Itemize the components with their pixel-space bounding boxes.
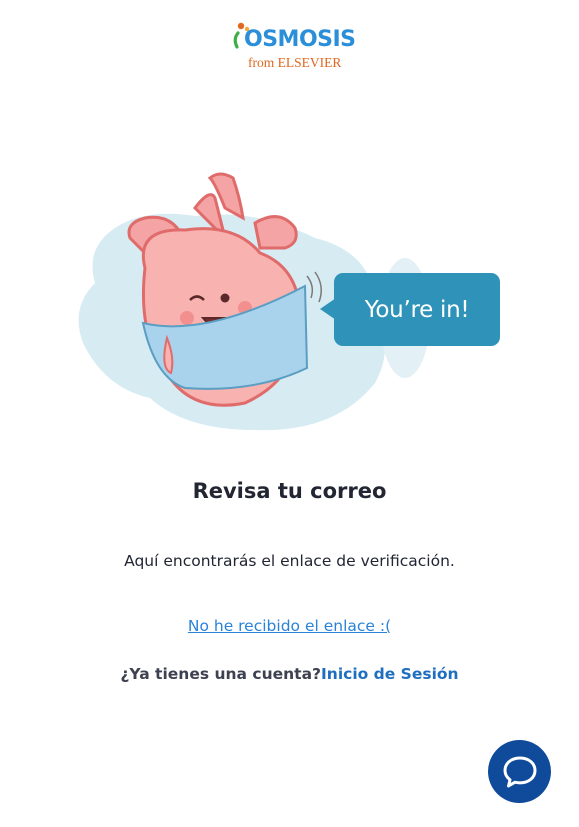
osmosis-logo: OSMOSIS from ELSEVIER	[232, 20, 356, 72]
speech-bubble: You’re in!	[334, 273, 500, 346]
chat-bubble-icon	[503, 756, 536, 787]
logo-wordmark: OSMOSIS	[244, 27, 356, 52]
chat-button[interactable]	[488, 740, 551, 803]
login-row: ¿Ya tienes una cuenta?Inicio de Sesión	[0, 664, 579, 684]
verification-description: Aquí encontrarás el enlace de verificaci…	[124, 552, 455, 570]
verification-page: OSMOSIS from ELSEVIER You’re in! Revisa …	[0, 0, 579, 827]
login-link[interactable]: Inicio de Sesión	[321, 665, 459, 683]
resend-row: No he recibido el enlace :(	[0, 616, 579, 637]
login-question: ¿Ya tienes una cuenta?	[120, 665, 322, 683]
page-title: Revisa tu correo	[192, 479, 387, 503]
resend-link[interactable]: No he recibido el enlace :(	[188, 617, 391, 635]
logo-subtitle: from ELSEVIER	[248, 55, 342, 70]
